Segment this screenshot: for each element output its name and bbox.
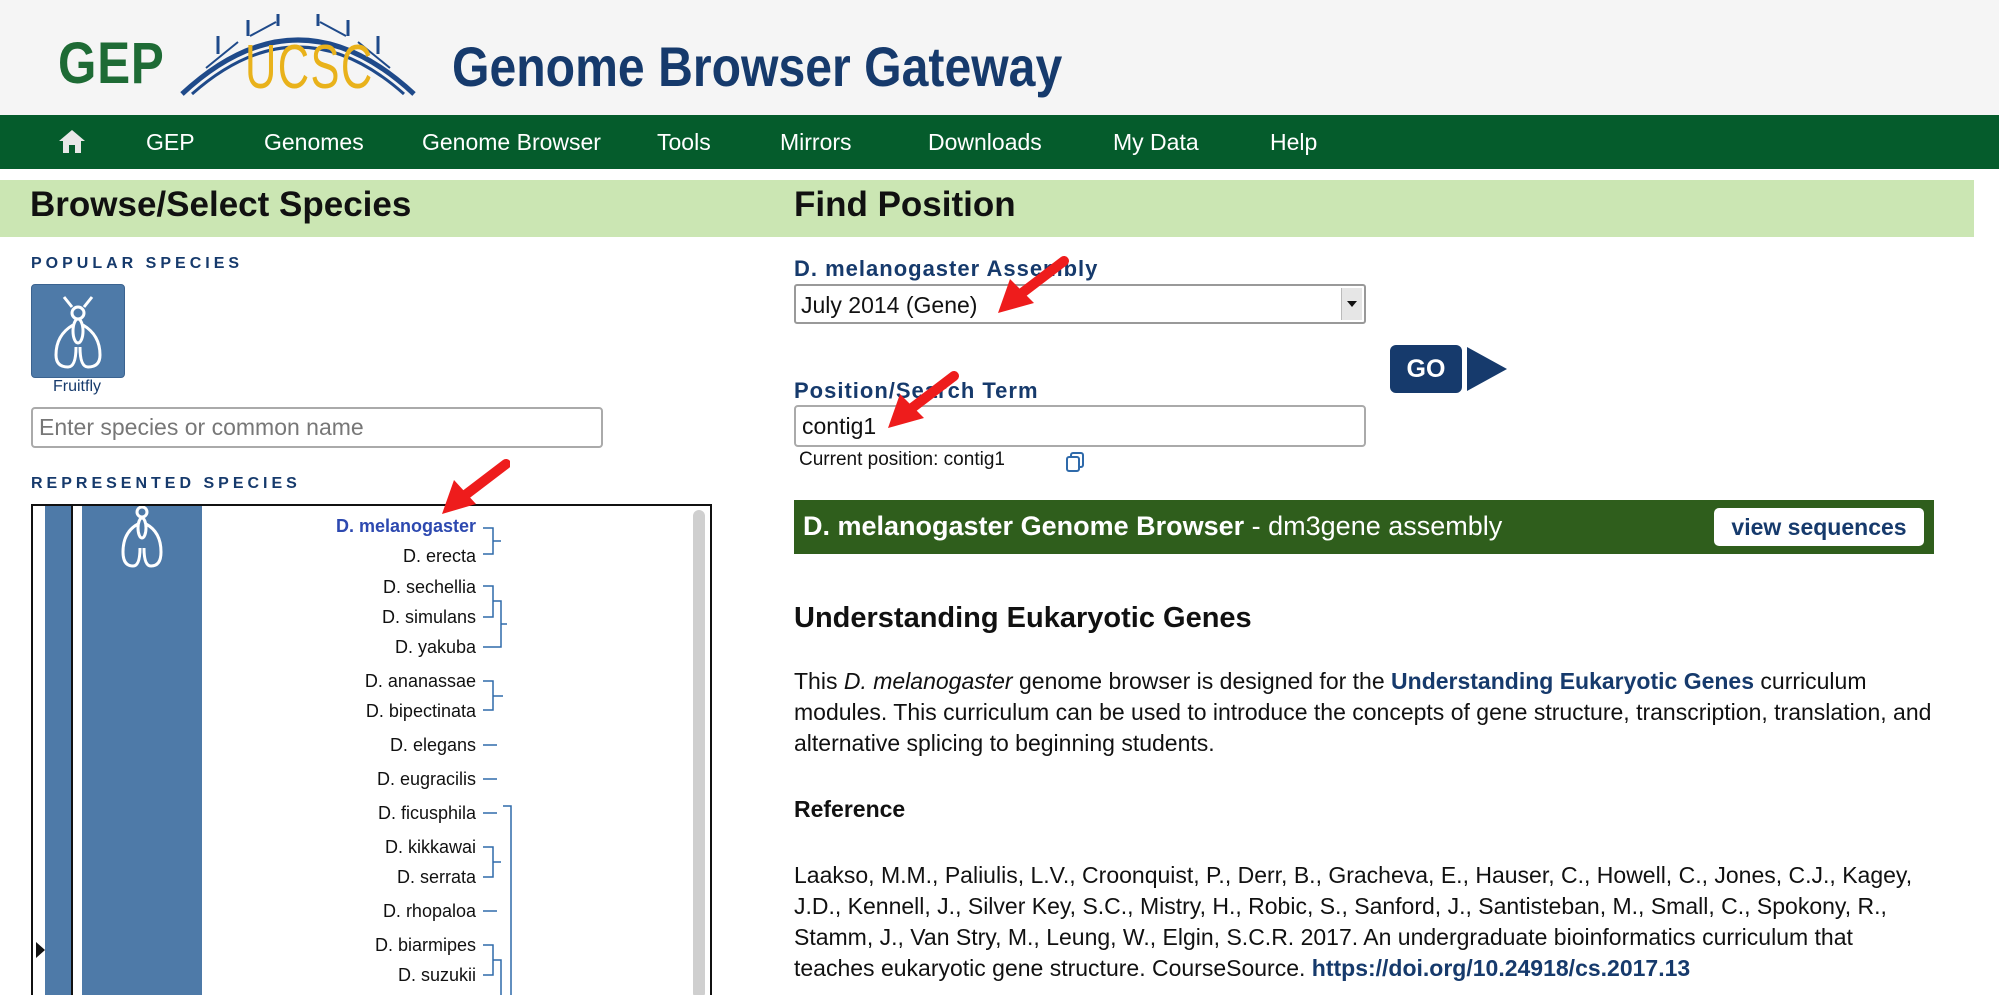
species-item[interactable]: D. bipectinata — [366, 701, 476, 722]
tree-scrollbar[interactable] — [693, 510, 705, 995]
understanding-eukaryotic-genes-link[interactable]: Understanding Eukaryotic Genes — [1391, 668, 1754, 694]
assembly-select-value: July 2014 (Gene) — [801, 292, 978, 318]
species-item[interactable]: D. sechellia — [383, 577, 476, 598]
popular-species-fruitfly[interactable] — [31, 284, 125, 378]
position-label: Position/Search Term — [794, 378, 1039, 403]
species-search-input[interactable] — [31, 407, 603, 448]
reference-heading: Reference — [794, 796, 906, 822]
phylogeny-tree-lines — [483, 527, 512, 995]
doi-link[interactable]: https://doi.org/10.24918/cs.2017.13 — [1312, 955, 1690, 981]
genome-browser-bar: D. melanogaster Genome Browser - dm3gene… — [794, 500, 1934, 554]
main-nav: GEP Genomes Genome Browser Tools Mirrors… — [0, 115, 1999, 169]
species-tree-panel: D. melanogaster D. erecta D. sechellia D… — [31, 504, 712, 995]
nav-genome-browser[interactable]: Genome Browser — [422, 115, 601, 169]
tree-clade-band — [82, 506, 202, 995]
species-item[interactable]: D. ficusphila — [378, 803, 476, 824]
nav-mirrors[interactable]: Mirrors — [780, 115, 852, 169]
assembly-select[interactable]: July 2014 (Gene) — [794, 284, 1366, 324]
home-icon[interactable] — [58, 128, 86, 154]
fruitfly-label: Fruitfly — [53, 378, 101, 395]
represented-species-label: REPRESENTED SPECIES — [31, 475, 301, 492]
find-section-title: Find Position — [794, 185, 1016, 224]
fly-icon — [54, 296, 102, 369]
info-heading: Understanding Eukaryotic Genes — [794, 602, 1252, 634]
popular-species-label: POPULAR SPECIES — [31, 255, 244, 272]
species-item[interactable]: D. simulans — [382, 607, 476, 628]
nav-help[interactable]: Help — [1270, 115, 1317, 169]
species-item[interactable]: D. ananassae — [365, 671, 476, 692]
info-paragraph: This D. melanogaster genome browser is d… — [794, 668, 1932, 756]
copy-icon[interactable] — [1064, 451, 1086, 473]
chevron-down-icon[interactable] — [1341, 288, 1362, 320]
nav-my-data[interactable]: My Data — [1113, 115, 1199, 169]
species-list: D. melanogaster D. erecta D. sechellia D… — [213, 506, 476, 995]
species-item[interactable]: D. yakuba — [395, 637, 476, 658]
species-item[interactable]: D. elegans — [390, 735, 476, 756]
site-header: GEP UCSC Genome Browser Gateway — [0, 0, 1999, 115]
species-item[interactable]: D. kikkawai — [385, 837, 476, 858]
species-item[interactable]: D. serrata — [397, 867, 476, 888]
page-title: Genome Browser Gateway — [452, 35, 1063, 98]
nav-tools[interactable]: Tools — [657, 115, 711, 169]
play-arrow-icon[interactable] — [1467, 347, 1507, 391]
fly-icon — [121, 506, 163, 568]
nav-genomes[interactable]: Genomes — [264, 115, 364, 169]
species-item[interactable]: D. melanogaster — [336, 516, 476, 537]
species-item[interactable]: D. biarmipes — [375, 935, 476, 956]
view-sequences-button[interactable]: view sequences — [1714, 508, 1924, 546]
gep-logo[interactable]: GEP — [58, 30, 165, 97]
nav-gep[interactable]: GEP — [146, 115, 195, 169]
ucsc-logo[interactable]: UCSC — [245, 32, 374, 103]
nav-downloads[interactable]: Downloads — [928, 115, 1042, 169]
position-search-input[interactable] — [794, 405, 1366, 447]
browse-section-title: Browse/Select Species — [30, 185, 412, 224]
reference-paragraph: Laakso, M.M., Paliulis, L.V., Croonquist… — [794, 862, 1913, 981]
tree-collapse-handle[interactable] — [33, 506, 73, 995]
go-button[interactable]: GO — [1390, 345, 1462, 393]
genome-browser-bar-title: D. melanogaster Genome Browser - dm3gene… — [803, 511, 1503, 541]
species-item[interactable]: D. suzukii — [398, 965, 476, 986]
assembly-label: D. melanogaster Assembly — [794, 256, 1099, 281]
species-item[interactable]: D. erecta — [403, 546, 476, 567]
current-position-text: Current position: contig1 — [799, 449, 1005, 470]
triangle-right-icon — [36, 942, 45, 958]
species-item[interactable]: D. eugracilis — [377, 769, 476, 790]
species-item[interactable]: D. rhopaloa — [383, 901, 476, 922]
